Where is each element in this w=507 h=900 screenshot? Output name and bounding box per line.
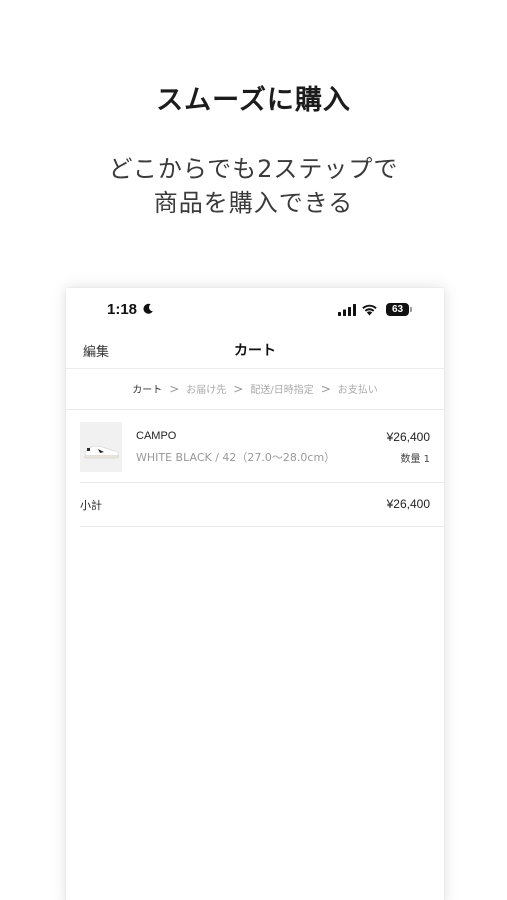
promo-page: スムーズに購入 どこからでも2ステップで 商品を購入できる 1:18 63 編集… [0, 0, 507, 900]
product-name[interactable]: CAMPO [136, 430, 176, 442]
checkout-steps: カート > お届け先 > 配送/日時指定 > お支払い [66, 369, 444, 410]
page-title: カート [234, 343, 276, 359]
chevron-right-icon: > [320, 382, 331, 396]
signal-icon [338, 304, 356, 316]
product-price: ¥26,400 [386, 430, 430, 444]
battery-level: 63 [386, 303, 409, 316]
cart-item[interactable]: CAMPO WHITE BLACK / 42（27.0〜28.0cm） ¥26,… [80, 410, 444, 483]
chevron-right-icon: > [233, 382, 244, 396]
chevron-right-icon: > [169, 382, 180, 396]
battery-cap [410, 307, 412, 312]
promo-subline-line-2: 商品を購入できる [153, 189, 354, 217]
promo-subline-line-1: どこからでも2ステップで [108, 155, 399, 183]
moon-icon [143, 303, 153, 314]
step-cart: カート [132, 385, 163, 396]
step-payment: お支払い [337, 385, 378, 396]
product-variant: WHITE BLACK / 42（27.0〜28.0cm） [136, 451, 336, 464]
subtotal-label: 小計 [80, 499, 102, 512]
sneaker-thumbnail[interactable] [80, 422, 122, 472]
promo-subline: どこからでも2ステップで 商品を購入できる [0, 152, 507, 220]
step-shipping-address: お届け先 [186, 385, 227, 396]
wifi-icon [362, 304, 377, 316]
subtotal-row: 小計 ¥26,400 [80, 483, 444, 527]
product-quantity[interactable]: 数量 1 [400, 450, 430, 465]
subtotal-value: ¥26,400 [386, 497, 430, 511]
step-delivery-date: 配送/日時指定 [250, 385, 314, 396]
phone-screen: 1:18 63 編集 カート カート > お届け先 > 配送/日時指定 > お支… [66, 288, 444, 900]
status-time: 1:18 [107, 301, 138, 318]
status-bar: 1:18 63 [66, 288, 444, 332]
cart-nav-bar: 編集 カート [66, 332, 444, 369]
promo-headline: スムーズに購入 [156, 85, 351, 116]
battery-icon: 63 [386, 303, 414, 316]
